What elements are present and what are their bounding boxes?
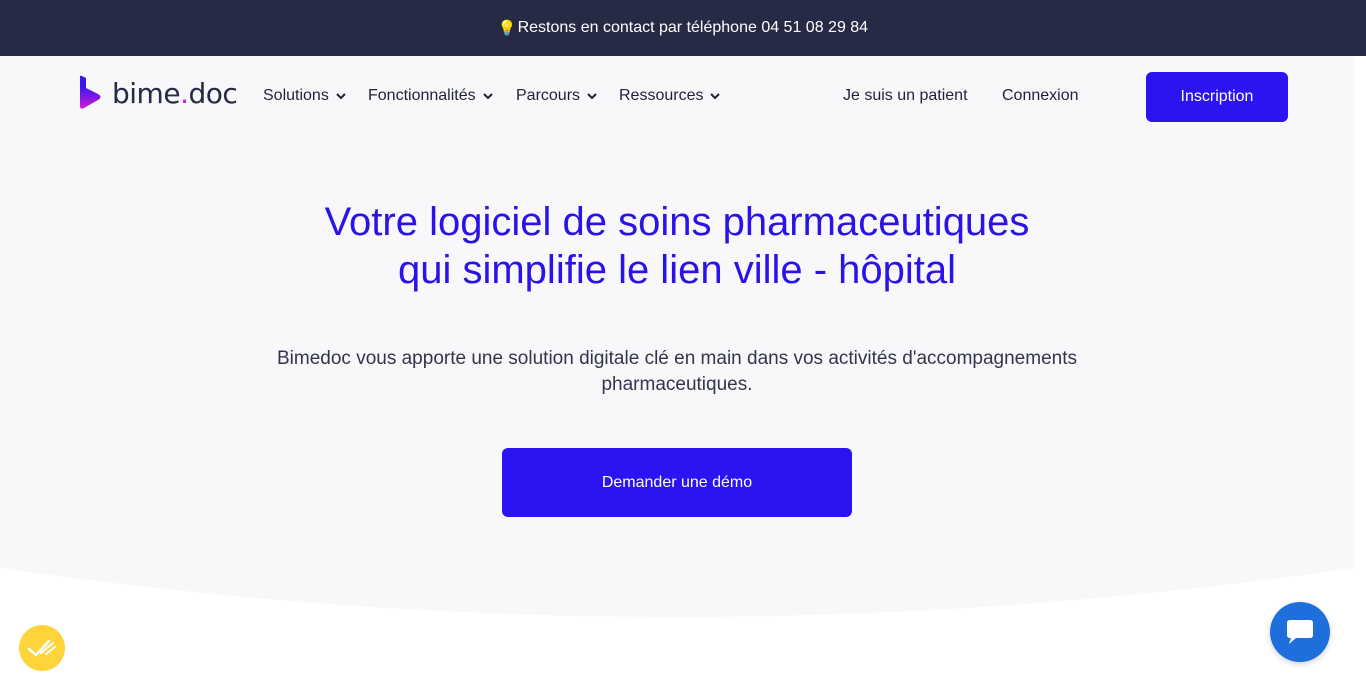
hero-title-line1: Votre logiciel de soins pharmaceutiques bbox=[324, 200, 1030, 244]
scrollbar[interactable] bbox=[1354, 56, 1366, 682]
lightbulb-icon: 💡 bbox=[497, 20, 517, 37]
hero-title-line2: qui simplifie le lien ville - hôpital bbox=[397, 248, 957, 292]
chevron-down-icon bbox=[710, 93, 721, 100]
nav-parcours-label: Parcours bbox=[516, 87, 581, 104]
signup-button[interactable]: Inscription bbox=[1146, 72, 1288, 122]
chat-bubble-icon bbox=[1287, 620, 1313, 644]
checkmark-badge-icon bbox=[27, 639, 56, 657]
request-demo-button[interactable]: Demander une démo bbox=[502, 448, 852, 517]
chevron-down-icon bbox=[482, 93, 493, 100]
nav-fonctionnalites[interactable]: Fonctionnalités bbox=[368, 87, 494, 105]
section-wave-divider bbox=[0, 566, 1354, 682]
chat-launcher-button[interactable] bbox=[1270, 602, 1330, 662]
bimedoc-logo-icon bbox=[80, 75, 101, 109]
hero-title: Votre logiciel de soins pharmaceutiques … bbox=[0, 198, 1354, 294]
bimedoc-logo[interactable]: bime.doc bbox=[78, 74, 238, 112]
hero-subtitle: Bimedoc vous apporte une solution digita… bbox=[277, 348, 1077, 395]
nav-ressources-label: Ressources bbox=[619, 87, 704, 104]
nav-solutions-label: Solutions bbox=[263, 87, 329, 104]
accessibility-badge[interactable] bbox=[19, 625, 65, 671]
login-link[interactable]: Connexion bbox=[1002, 87, 1079, 105]
bimedoc-wordmark: bime.doc bbox=[112, 76, 238, 110]
nav-fonctionnalites-label: Fonctionnalités bbox=[368, 87, 476, 104]
chevron-down-icon bbox=[336, 93, 346, 100]
main-navigation: bime.doc Solutions Fonctionnalités Parco… bbox=[0, 56, 1354, 138]
nav-ressources[interactable]: Ressources bbox=[619, 87, 721, 105]
patient-link[interactable]: Je suis un patient bbox=[843, 87, 968, 105]
nav-solutions[interactable]: Solutions bbox=[263, 87, 347, 105]
chevron-down-icon bbox=[587, 93, 597, 100]
announcement-phone-link[interactable]: Restons en contact par téléphone 04 51 0… bbox=[518, 19, 868, 37]
announcement-bar: 💡 Restons en contact par téléphone 04 51… bbox=[0, 0, 1366, 56]
nav-parcours[interactable]: Parcours bbox=[516, 87, 598, 105]
